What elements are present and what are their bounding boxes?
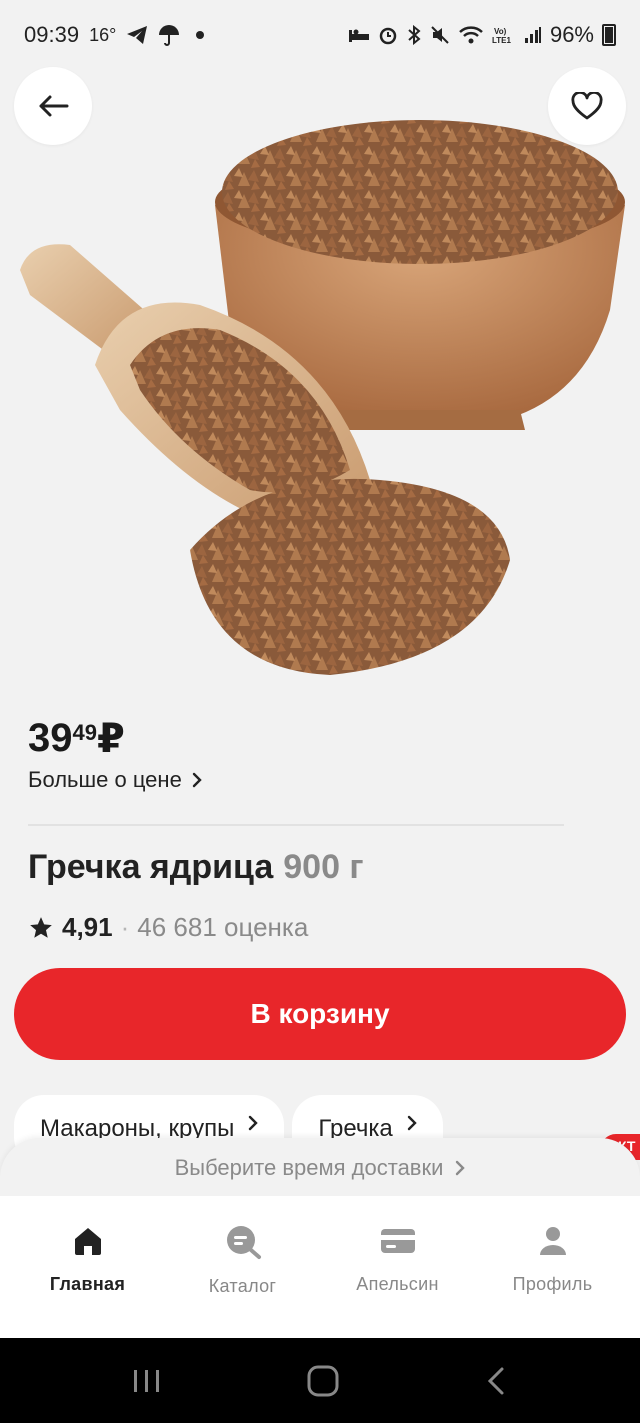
add-to-cart-button[interactable]: В корзину	[14, 968, 626, 1060]
price: 39 49 ₽	[28, 716, 125, 762]
divider	[28, 824, 564, 826]
battery-icon	[602, 24, 616, 46]
star-icon	[30, 916, 52, 938]
status-right: Vo) LTE1 96%	[348, 22, 616, 48]
battery-percent: 96%	[549, 22, 594, 47]
rating-separator: ·	[120, 912, 130, 942]
rating-count: 46 681 оценка	[137, 912, 309, 942]
volte-icon: Vo)LTE1	[492, 27, 512, 45]
chevron-right-icon	[456, 1160, 466, 1176]
sleep-icon	[348, 29, 369, 42]
product-image	[20, 120, 625, 675]
delivery-label: Выберите время доставки	[174, 1155, 444, 1180]
card-icon	[380, 1229, 415, 1253]
svg-text:Vo): Vo)	[494, 27, 507, 36]
tab-label: Апельсин	[356, 1274, 439, 1294]
status-bar: 09:39 16° Vo) LTE1 96%	[0, 0, 640, 70]
mute-icon	[431, 26, 449, 44]
profile-icon	[539, 1227, 566, 1255]
price-kopecks: 49	[72, 720, 97, 745]
product-name: Гречка ядрица	[28, 848, 274, 886]
product-title: Гречка ядрица 900 г	[28, 848, 364, 887]
back-nav-icon[interactable]	[484, 1366, 508, 1396]
price-main: 39	[28, 716, 73, 760]
umbrella-icon	[159, 25, 180, 46]
bottom-tab-bar: Главная Каталог Апельсин Профиль	[0, 1196, 640, 1338]
price-currency: ₽	[96, 717, 125, 761]
tab-catalog[interactable]: Каталог	[173, 1224, 313, 1338]
wifi-icon	[459, 26, 483, 44]
signal-icon	[524, 27, 541, 43]
tab-label: Профиль	[512, 1274, 593, 1294]
alarm-icon	[379, 27, 397, 45]
tab-home[interactable]: Главная	[18, 1224, 158, 1338]
more-price-label: Больше о цене	[28, 767, 182, 792]
catalog-search-icon	[226, 1226, 261, 1259]
heart-icon	[571, 92, 603, 120]
tab-label: Главная	[49, 1274, 126, 1294]
tab-apelsin[interactable]: Апельсин	[328, 1224, 468, 1338]
status-left: 09:39 16°	[24, 22, 205, 48]
rating[interactable]: 4,91 · 46 681 оценка	[28, 912, 308, 943]
tab-profile[interactable]: Профиль	[483, 1224, 623, 1338]
chevron-right-icon	[407, 1115, 417, 1131]
recent-apps-icon[interactable]	[132, 1368, 162, 1394]
home-nav-icon[interactable]	[306, 1364, 340, 1398]
bluetooth-icon	[408, 25, 421, 45]
favorite-button[interactable]	[548, 67, 626, 145]
arrow-left-icon	[39, 95, 69, 117]
back-button[interactable]	[14, 67, 92, 145]
status-temp: 16°	[89, 24, 117, 45]
telegram-icon	[127, 26, 148, 44]
tab-label: Каталог	[208, 1276, 277, 1296]
more-price-link[interactable]: Больше о цене	[28, 767, 202, 793]
home-icon	[74, 1228, 101, 1255]
notification-dot-icon	[196, 31, 205, 39]
rating-score: 4,91	[62, 912, 113, 942]
system-navigation-bar	[0, 1338, 640, 1423]
chevron-right-icon	[249, 1115, 259, 1131]
product-weight: 900 г	[283, 848, 364, 886]
delivery-time-bar[interactable]: Выберите время доставки	[0, 1138, 640, 1198]
chevron-right-icon	[192, 772, 202, 788]
status-time: 09:39	[24, 22, 80, 47]
svg-text:LTE1: LTE1	[492, 36, 512, 45]
